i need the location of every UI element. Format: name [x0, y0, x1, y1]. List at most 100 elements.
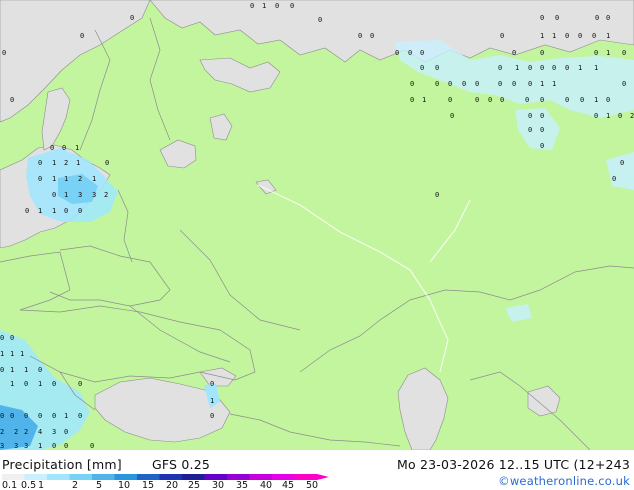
precip-value: 0 — [358, 32, 362, 40]
precip-value: 0 — [52, 191, 56, 199]
precip-value: 0 — [64, 428, 68, 436]
precip-value: 0 — [500, 96, 504, 104]
precip-value: 0 — [594, 112, 598, 120]
precip-value: 0 — [420, 64, 424, 72]
precip-value: 1 — [52, 207, 56, 215]
precip-value: 1 — [515, 64, 519, 72]
precip-value: 2 — [0, 428, 4, 436]
precip-value: 0 — [78, 207, 82, 215]
precip-value: 0 — [498, 64, 502, 72]
precip-value: 0 — [410, 80, 414, 88]
precip-value: 0 — [78, 380, 82, 388]
precip-value: 4 — [38, 428, 42, 436]
scale-tick: 40 — [260, 480, 273, 490]
scale-tick: 2 — [72, 480, 79, 490]
precip-value: 0 — [540, 112, 544, 120]
precip-value: 3 — [52, 428, 56, 436]
precip-value: 0 — [24, 380, 28, 388]
scale-tick: 10 — [118, 480, 131, 490]
precip-value: 0 — [90, 442, 94, 450]
precip-value: 0 — [620, 159, 624, 167]
precip-value: 0 — [595, 14, 599, 22]
precip-value: 0 — [488, 96, 492, 104]
precip-value: 0 — [0, 412, 4, 420]
precip-value: 0 — [512, 80, 516, 88]
precip-value: 0 — [395, 49, 399, 57]
precip-value: 0 — [448, 96, 452, 104]
precip-value: 0 — [475, 80, 479, 88]
precip-value: 3 — [0, 442, 4, 450]
precip-value: 0 — [25, 207, 29, 215]
model-name: GFS 0.25 — [152, 457, 210, 472]
precip-value: 0 — [528, 112, 532, 120]
scale-tick: 30 — [212, 480, 225, 490]
scale-tick: 25 — [188, 480, 201, 490]
precip-value: 0 — [52, 380, 56, 388]
precip-value: 0 — [38, 412, 42, 420]
precip-value: 0 — [540, 14, 544, 22]
precip-value: 0 — [540, 64, 544, 72]
precip-value: 0 — [622, 80, 626, 88]
precip-value: 0 — [38, 366, 42, 374]
precip-value: 0 — [38, 159, 42, 167]
precip-value: 2 — [64, 159, 68, 167]
precip-value: 0 — [435, 64, 439, 72]
scale-tick: 20 — [166, 480, 179, 490]
precip-value: 0 — [592, 32, 596, 40]
precip-value: 1 — [38, 207, 42, 215]
precip-value: 0 — [105, 159, 109, 167]
precip-value: 0 — [10, 412, 14, 420]
precip-value: 1 — [38, 442, 42, 450]
precip-value: 0 — [500, 32, 504, 40]
precip-value: 1 — [38, 380, 42, 388]
precip-value: 1 — [606, 112, 610, 120]
precip-value: 0 — [565, 96, 569, 104]
precip-value: 0 — [62, 144, 66, 152]
precip-value: 0 — [462, 80, 466, 88]
precip-value: 0 — [435, 191, 439, 199]
precip-value: 1 — [0, 350, 4, 358]
precip-value: 0 — [555, 14, 559, 22]
credit-link[interactable]: ©weatheronline.co.uk — [498, 474, 630, 488]
precip-value: 1 — [10, 366, 14, 374]
precip-value: 0 — [528, 126, 532, 134]
precip-value: 2 — [630, 112, 634, 120]
precip-value: 0 — [50, 144, 54, 152]
precip-value: 0 — [64, 207, 68, 215]
precip-value: 0 — [565, 32, 569, 40]
weather-map: 0100000000000110001000000001000010000110… — [0, 0, 634, 490]
precip-value: 0 — [80, 32, 84, 40]
scale-swatch — [47, 474, 70, 480]
precip-value: 0 — [210, 380, 214, 388]
precip-value: 1 — [10, 350, 14, 358]
precip-value: 0 — [318, 16, 322, 24]
precip-value: 0 — [540, 126, 544, 134]
precip-value: 2 — [14, 428, 18, 436]
precip-value: 0 — [10, 334, 14, 342]
scale-tick: 1 — [38, 480, 45, 490]
precip-value: 1 — [578, 64, 582, 72]
precip-value: 0 — [606, 14, 610, 22]
precip-value: 0 — [408, 49, 412, 57]
precip-value: 0 — [528, 64, 532, 72]
precip-value: 0 — [250, 2, 254, 10]
precip-value: 1 — [540, 32, 544, 40]
precip-value: 0 — [10, 96, 14, 104]
map-canvas: 0 1 0 00 0 0 0 0 00 0 0 1 1 0 0 0 100 0 0 0 0 0 0 1 00 0 0 1 0 0 0 0 1 10… — [0, 0, 634, 450]
precip-value: 0 — [552, 64, 556, 72]
precip-value: 1 — [606, 32, 610, 40]
precip-value: 1 — [92, 175, 96, 183]
precip-value: 1 — [64, 175, 68, 183]
precip-value: 1 — [75, 144, 79, 152]
precip-value: 0 — [370, 32, 374, 40]
precip-value: 0 — [130, 14, 134, 22]
precip-value: 0 — [64, 442, 68, 450]
precip-value: 0 — [540, 96, 544, 104]
scale-tick: 15 — [142, 480, 155, 490]
precip-value: 2 — [24, 428, 28, 436]
precip-value: 1 — [76, 159, 80, 167]
precip-value: 2 — [104, 191, 108, 199]
precip-value: 0 — [606, 96, 610, 104]
valid-time: Mo 23-03-2026 12..15 UTC (12+243 — [396, 457, 630, 472]
precip-value: 0 — [275, 2, 279, 10]
